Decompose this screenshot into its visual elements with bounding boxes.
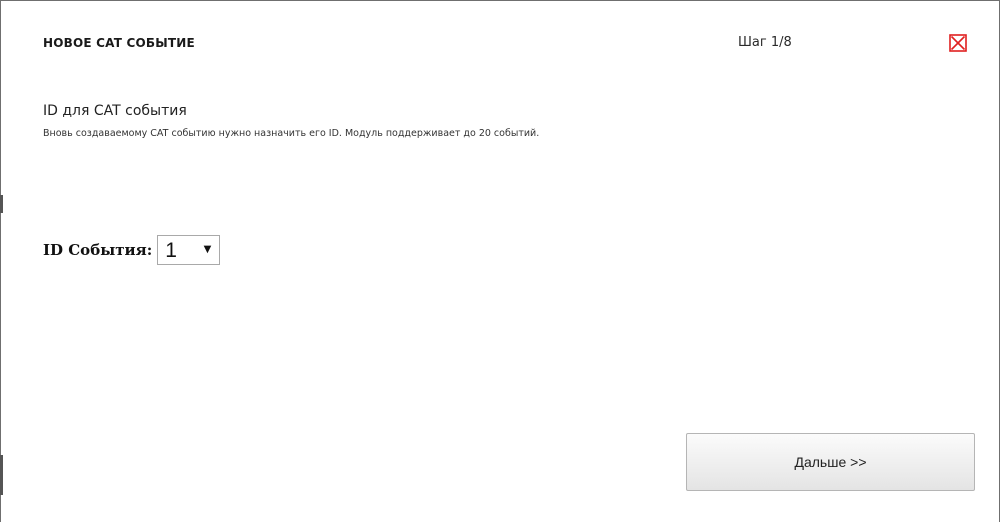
chevron-down-icon: ▼ [203, 244, 212, 255]
close-button[interactable] [949, 34, 967, 52]
next-button[interactable]: Дальше >> [686, 433, 975, 491]
cat-event-wizard-dialog: НОВОЕ CAT СОБЫТИЕ Шаг 1/8 ID для CAT соб… [0, 0, 1000, 522]
event-id-label: ID События: [43, 241, 153, 259]
event-id-row: ID События: 1 ▼ [43, 235, 221, 265]
dialog-title: НОВОЕ CAT СОБЫТИЕ [43, 36, 195, 50]
dialog-top-border [0, 0, 1000, 1]
left-edge-mark [0, 195, 3, 213]
left-edge-mark [0, 455, 3, 495]
step-indicator: Шаг 1/8 [738, 35, 792, 50]
event-id-selected-value: 1 [165, 238, 177, 262]
close-icon [949, 34, 967, 52]
section-title: ID для CAT события [43, 103, 187, 119]
dialog-left-border [0, 0, 1, 522]
event-id-select[interactable]: 1 ▼ [157, 235, 221, 265]
section-description: Вновь создаваемому CAT событию нужно наз… [43, 128, 540, 139]
